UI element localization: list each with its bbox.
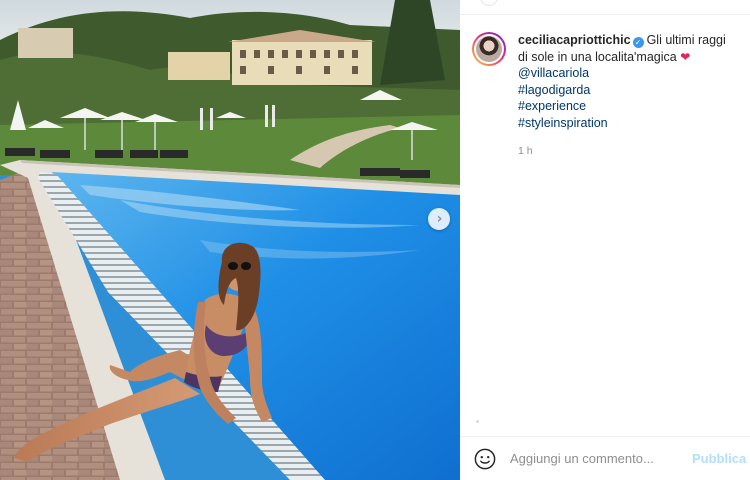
hashtag-link[interactable]: #styleinspiration <box>518 115 744 132</box>
post-side-panel: ceciliacapriottichic ✓ Gli ultimi raggi di… <box>460 0 750 480</box>
caption-line-1: Gli ultimi raggi <box>646 33 726 47</box>
post-timestamp[interactable]: 1 h <box>518 145 533 157</box>
caption-text: ceciliacapriottichic ✓ Gli ultimi raggi di… <box>518 32 744 131</box>
caption-line-2: di sole in una localita'magica <box>518 49 677 64</box>
verified-badge-icon: ✓ <box>632 37 644 48</box>
divider <box>460 14 750 15</box>
mention-link[interactable]: @villacariola <box>518 65 744 82</box>
caption-comment: ceciliacapriottichic ✓ Gli ultimi raggi di… <box>472 32 744 131</box>
post-photo[interactable]: › <box>0 0 460 480</box>
comment-bar: Pubblica <box>460 437 750 480</box>
chevron-right-icon: › <box>436 211 443 227</box>
header-avatar-edge <box>480 0 498 6</box>
next-photo-button[interactable]: › <box>428 208 450 230</box>
hashtag-link[interactable]: #lagodigarda <box>518 82 744 99</box>
publish-button[interactable]: Pubblica <box>692 451 746 466</box>
avatar[interactable] <box>472 32 506 66</box>
smile-icon[interactable] <box>474 448 496 470</box>
heart-icon: ❤ <box>680 49 691 64</box>
pool-photo-illustration <box>0 0 460 480</box>
avatar-photo <box>476 36 502 62</box>
divider-dot <box>476 420 479 423</box>
username-link[interactable]: ceciliacapriottichic <box>518 33 631 47</box>
comment-input[interactable] <box>510 451 690 466</box>
hashtag-link[interactable]: #experience <box>518 98 744 115</box>
